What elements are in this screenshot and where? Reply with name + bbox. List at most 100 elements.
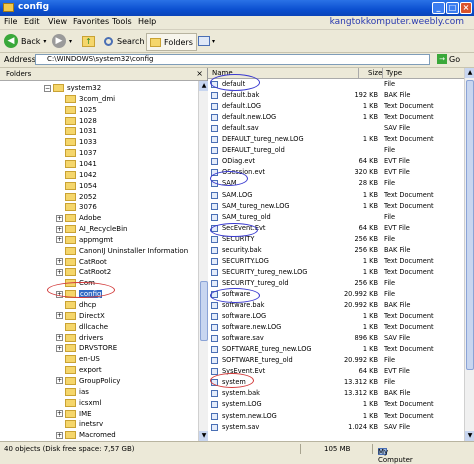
tree-item[interactable]: 3com_dmi (56, 94, 115, 104)
file-row[interactable]: SOFTWARE_tureg_new.LOG 1 KB Text Document (208, 345, 464, 355)
file-row[interactable]: SAM_tureg_new.LOG 1 KB Text Document (208, 202, 464, 212)
search-button[interactable]: Search (104, 33, 144, 49)
file-row[interactable]: default.LOG 1 KB Text Document (208, 102, 464, 112)
views-button[interactable]: ▾ (198, 33, 215, 49)
minimize-button[interactable]: _ (432, 2, 445, 14)
file-row[interactable]: SECURITY_tureg_new.LOG 1 KB Text Document (208, 268, 464, 278)
tree-item[interactable]: 1033 (56, 137, 97, 147)
file-row[interactable]: system.bak 13.312 KB BAK File (208, 389, 464, 399)
file-row[interactable]: ODiag.evt 64 KB EVT File (208, 157, 464, 167)
address-input[interactable]: C:\WINDOWS\system32\config (35, 54, 430, 65)
tree-item[interactable]: 1042 (56, 170, 97, 180)
close-button[interactable]: × (460, 2, 472, 14)
tree-item[interactable]: 2052 (56, 192, 97, 202)
tree-item[interactable]: ias (56, 387, 89, 397)
file-row[interactable]: system 13.312 KB File (208, 378, 464, 388)
file-row[interactable]: default.sav SAV File (208, 124, 464, 134)
tree-item[interactable]: + CatRoot (56, 257, 107, 267)
scroll-up-icon[interactable]: ▲ (465, 68, 474, 78)
up-folder-button[interactable]: ↑ (82, 33, 95, 49)
tree-item[interactable]: dhcp (56, 300, 96, 310)
file-row[interactable]: software.sav 896 KB SAV File (208, 334, 464, 344)
file-row[interactable]: default.new.LOG 1 KB Text Document (208, 113, 464, 123)
back-button[interactable]: ◀ Back ▾ (4, 33, 46, 49)
tree-item[interactable]: 3076 (56, 202, 97, 212)
file-row[interactable]: software.new.LOG 1 KB Text Document (208, 323, 464, 333)
tree-item[interactable]: + DirectX (56, 311, 105, 321)
close-icon[interactable]: × (196, 69, 203, 78)
tree-item[interactable]: − system32 (44, 83, 101, 93)
tree-item[interactable]: + Adobe (56, 213, 101, 223)
tree-item[interactable]: 1041 (56, 159, 97, 169)
tree-item[interactable]: inetsrv (56, 419, 103, 429)
column-type[interactable]: Type (386, 69, 402, 77)
tree-item[interactable]: + config (56, 289, 103, 299)
file-row[interactable]: system.LOG 1 KB Text Document (208, 400, 464, 410)
expand-toggle-icon[interactable]: − (44, 84, 51, 92)
expand-toggle-icon[interactable]: + (56, 410, 63, 417)
maximize-button[interactable]: □ (446, 2, 459, 14)
tree-item[interactable]: + drivers (56, 333, 103, 343)
file-row[interactable]: SecEvent.Evt 64 KB EVT File (208, 224, 464, 234)
file-row[interactable]: system.new.LOG 1 KB Text Document (208, 412, 464, 422)
scroll-down-icon[interactable]: ▼ (465, 431, 474, 441)
expand-toggle-icon[interactable]: + (56, 214, 63, 222)
tree-item[interactable]: + IME (56, 409, 92, 419)
folders-button[interactable]: Folders (146, 33, 197, 51)
file-row[interactable]: SECURITY.LOG 1 KB Text Document (208, 257, 464, 267)
expand-toggle-icon[interactable]: + (56, 290, 63, 298)
expand-toggle-icon[interactable]: + (56, 268, 63, 276)
menu-view[interactable]: View (48, 17, 67, 26)
tree-item[interactable]: 1054 (56, 181, 97, 191)
forward-button[interactable]: ▶ ▾ (52, 33, 72, 49)
tree-item[interactable]: + Macromed (56, 430, 116, 440)
menu-edit[interactable]: Edit (24, 17, 40, 26)
file-row[interactable]: SysEvent.Evt 64 KB EVT File (208, 367, 464, 377)
menu-favorites[interactable]: Favorites (73, 17, 109, 26)
tree-item[interactable]: + CatRoot2 (56, 267, 111, 277)
file-row[interactable]: default File (208, 80, 464, 90)
file-row[interactable]: software.bak 20.992 KB BAK File (208, 301, 464, 311)
tree-item[interactable]: + DRVSTORE (56, 343, 117, 353)
tree-item[interactable]: + GroupPolicy (56, 376, 120, 386)
scroll-thumb[interactable] (200, 281, 208, 341)
file-row[interactable]: SECURITY 256 KB File (208, 235, 464, 245)
file-row[interactable]: SOFTWARE_tureg_old 20.992 KB File (208, 356, 464, 366)
file-row[interactable]: OSession.evt 320 KB EVT File (208, 168, 464, 178)
expand-toggle-icon[interactable]: + (56, 312, 63, 320)
scroll-thumb[interactable] (466, 80, 474, 370)
tree-item[interactable]: dllcache (56, 322, 108, 332)
file-row[interactable]: software.LOG 1 KB Text Document (208, 312, 464, 322)
tree-item[interactable]: 1031 (56, 126, 97, 136)
expand-toggle-icon[interactable]: + (56, 344, 63, 352)
file-row[interactable]: software 20.992 KB File (208, 290, 464, 300)
tree-item[interactable]: en-US (56, 354, 100, 364)
go-button[interactable]: → Go (437, 54, 460, 64)
tree-item[interactable]: 1025 (56, 105, 97, 115)
column-size[interactable]: Size (368, 69, 382, 77)
expand-toggle-icon[interactable]: + (56, 377, 63, 385)
tree-item[interactable]: icsxml (56, 398, 101, 408)
expand-toggle-icon[interactable]: + (56, 225, 63, 233)
tree-item[interactable]: export (56, 365, 102, 375)
file-row[interactable]: security.bak 256 KB BAK File (208, 246, 464, 256)
file-row[interactable]: SAM_tureg_old File (208, 213, 464, 223)
title-bar[interactable]: config _ □ × (0, 0, 474, 16)
tree-item[interactable]: + appmgmt (56, 235, 113, 245)
file-row[interactable]: DEFAULT_tureg_new.LOG 1 KB Text Document (208, 135, 464, 145)
file-row[interactable]: SAM 28 KB File (208, 179, 464, 189)
tree-item[interactable]: 1028 (56, 116, 97, 126)
file-row[interactable]: SAM.LOG 1 KB Text Document (208, 191, 464, 201)
expand-toggle-icon[interactable]: + (56, 431, 63, 439)
expand-toggle-icon[interactable]: + (56, 236, 63, 244)
file-row[interactable]: default.bak 192 KB BAK File (208, 91, 464, 101)
tree-item[interactable]: 1037 (56, 148, 97, 158)
expand-toggle-icon[interactable]: + (56, 258, 63, 266)
file-list-scrollbar[interactable]: ▲ ▼ (464, 68, 474, 441)
column-name[interactable]: Name (212, 69, 233, 77)
menu-tools[interactable]: Tools (112, 17, 132, 26)
tree-item[interactable]: CanonIJ Uninstaller Information (56, 246, 188, 256)
expand-toggle-icon[interactable]: + (56, 334, 63, 342)
file-row[interactable]: SECURITY_tureg_old 256 KB File (208, 279, 464, 289)
file-row[interactable]: DEFAULT_tureg_old File (208, 146, 464, 156)
